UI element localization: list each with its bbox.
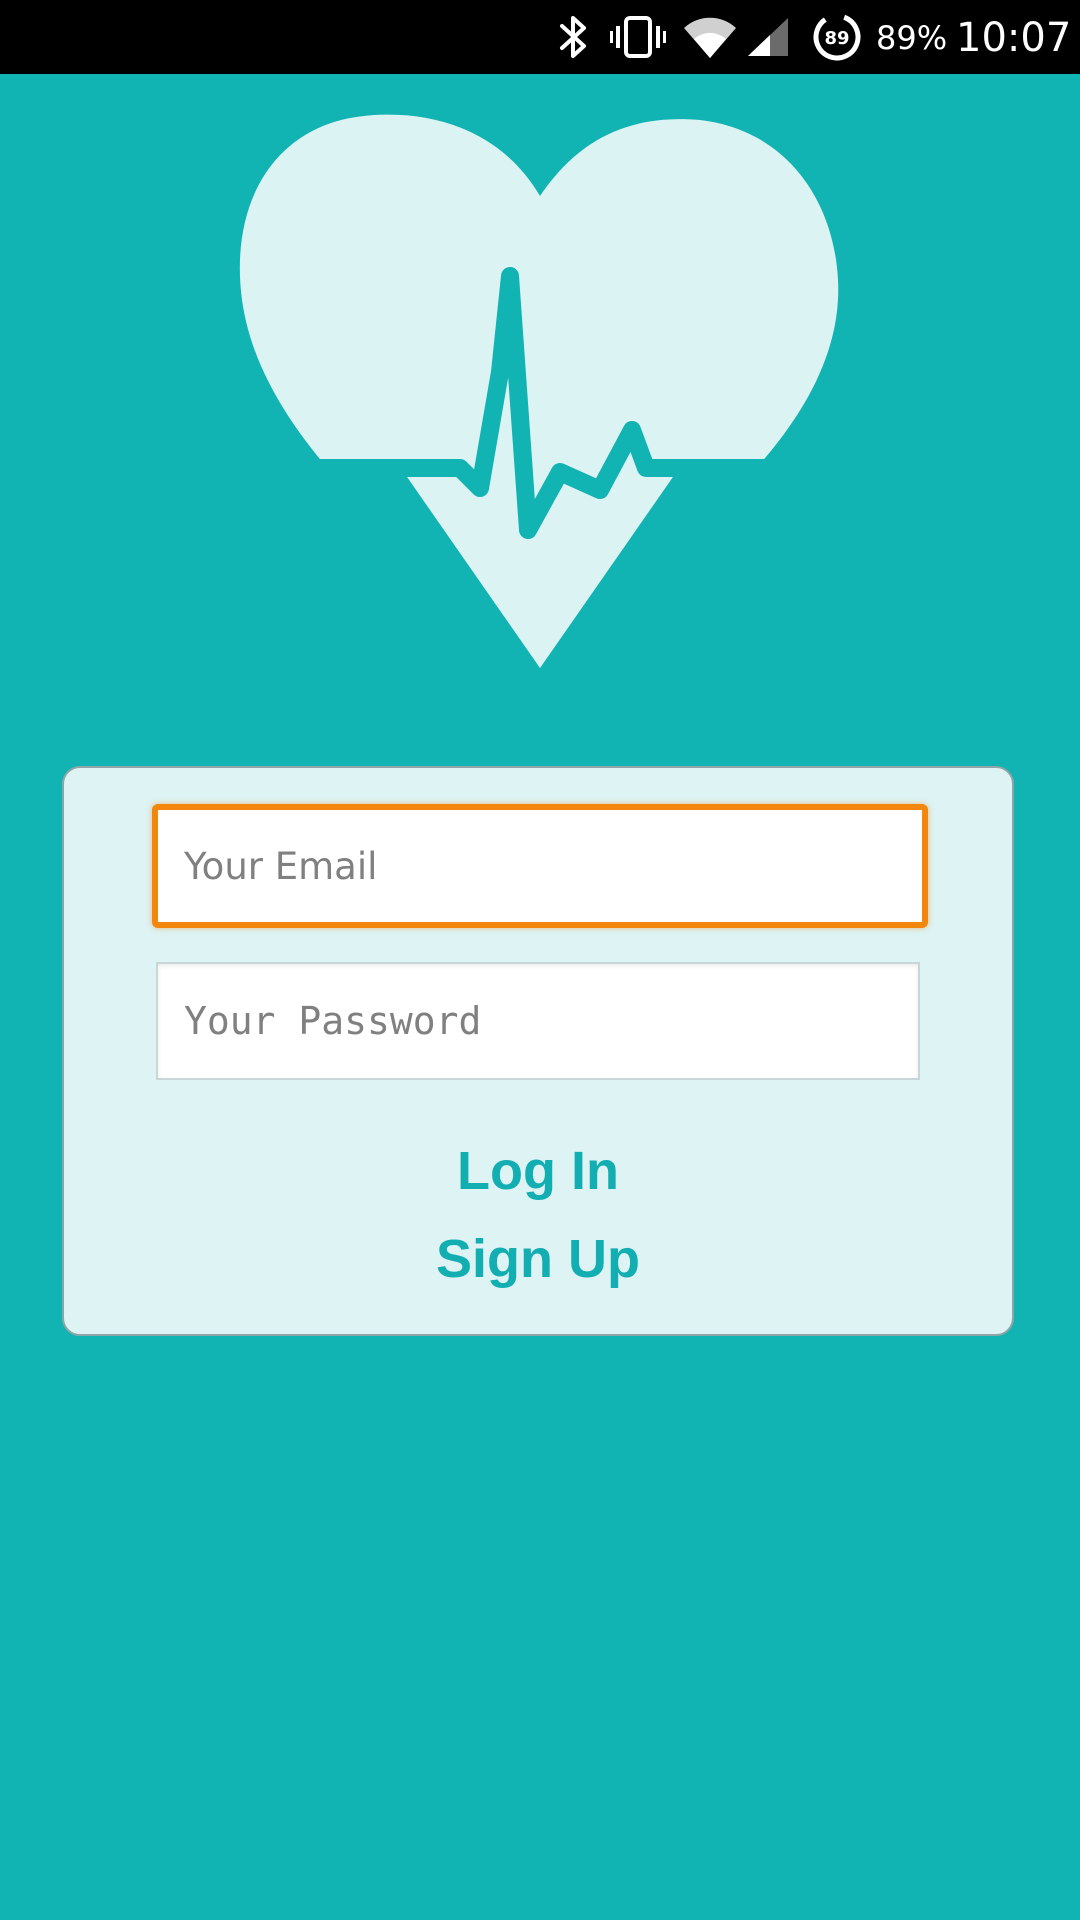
vibrate-icon [610, 0, 666, 74]
password-field[interactable]: Your Password [156, 962, 920, 1080]
status-bar: 89 89% 10:07 [0, 0, 1080, 74]
heart-pulse-icon [238, 110, 842, 670]
login-button[interactable]: Log In [64, 1140, 1012, 1202]
bluetooth-icon [556, 0, 590, 74]
cell-signal-icon [744, 0, 792, 74]
email-field[interactable]: Your Email [152, 804, 928, 928]
data-saver-icon: 89 [812, 0, 862, 74]
clock: 10:07 [956, 15, 1072, 61]
battery-percent: 89% [876, 19, 948, 57]
data-saver-badge: 89 [824, 28, 849, 49]
wifi-icon [682, 0, 738, 74]
login-card: Your Email Your Password Log In Sign Up [62, 766, 1014, 1336]
signup-button[interactable]: Sign Up [64, 1228, 1012, 1290]
